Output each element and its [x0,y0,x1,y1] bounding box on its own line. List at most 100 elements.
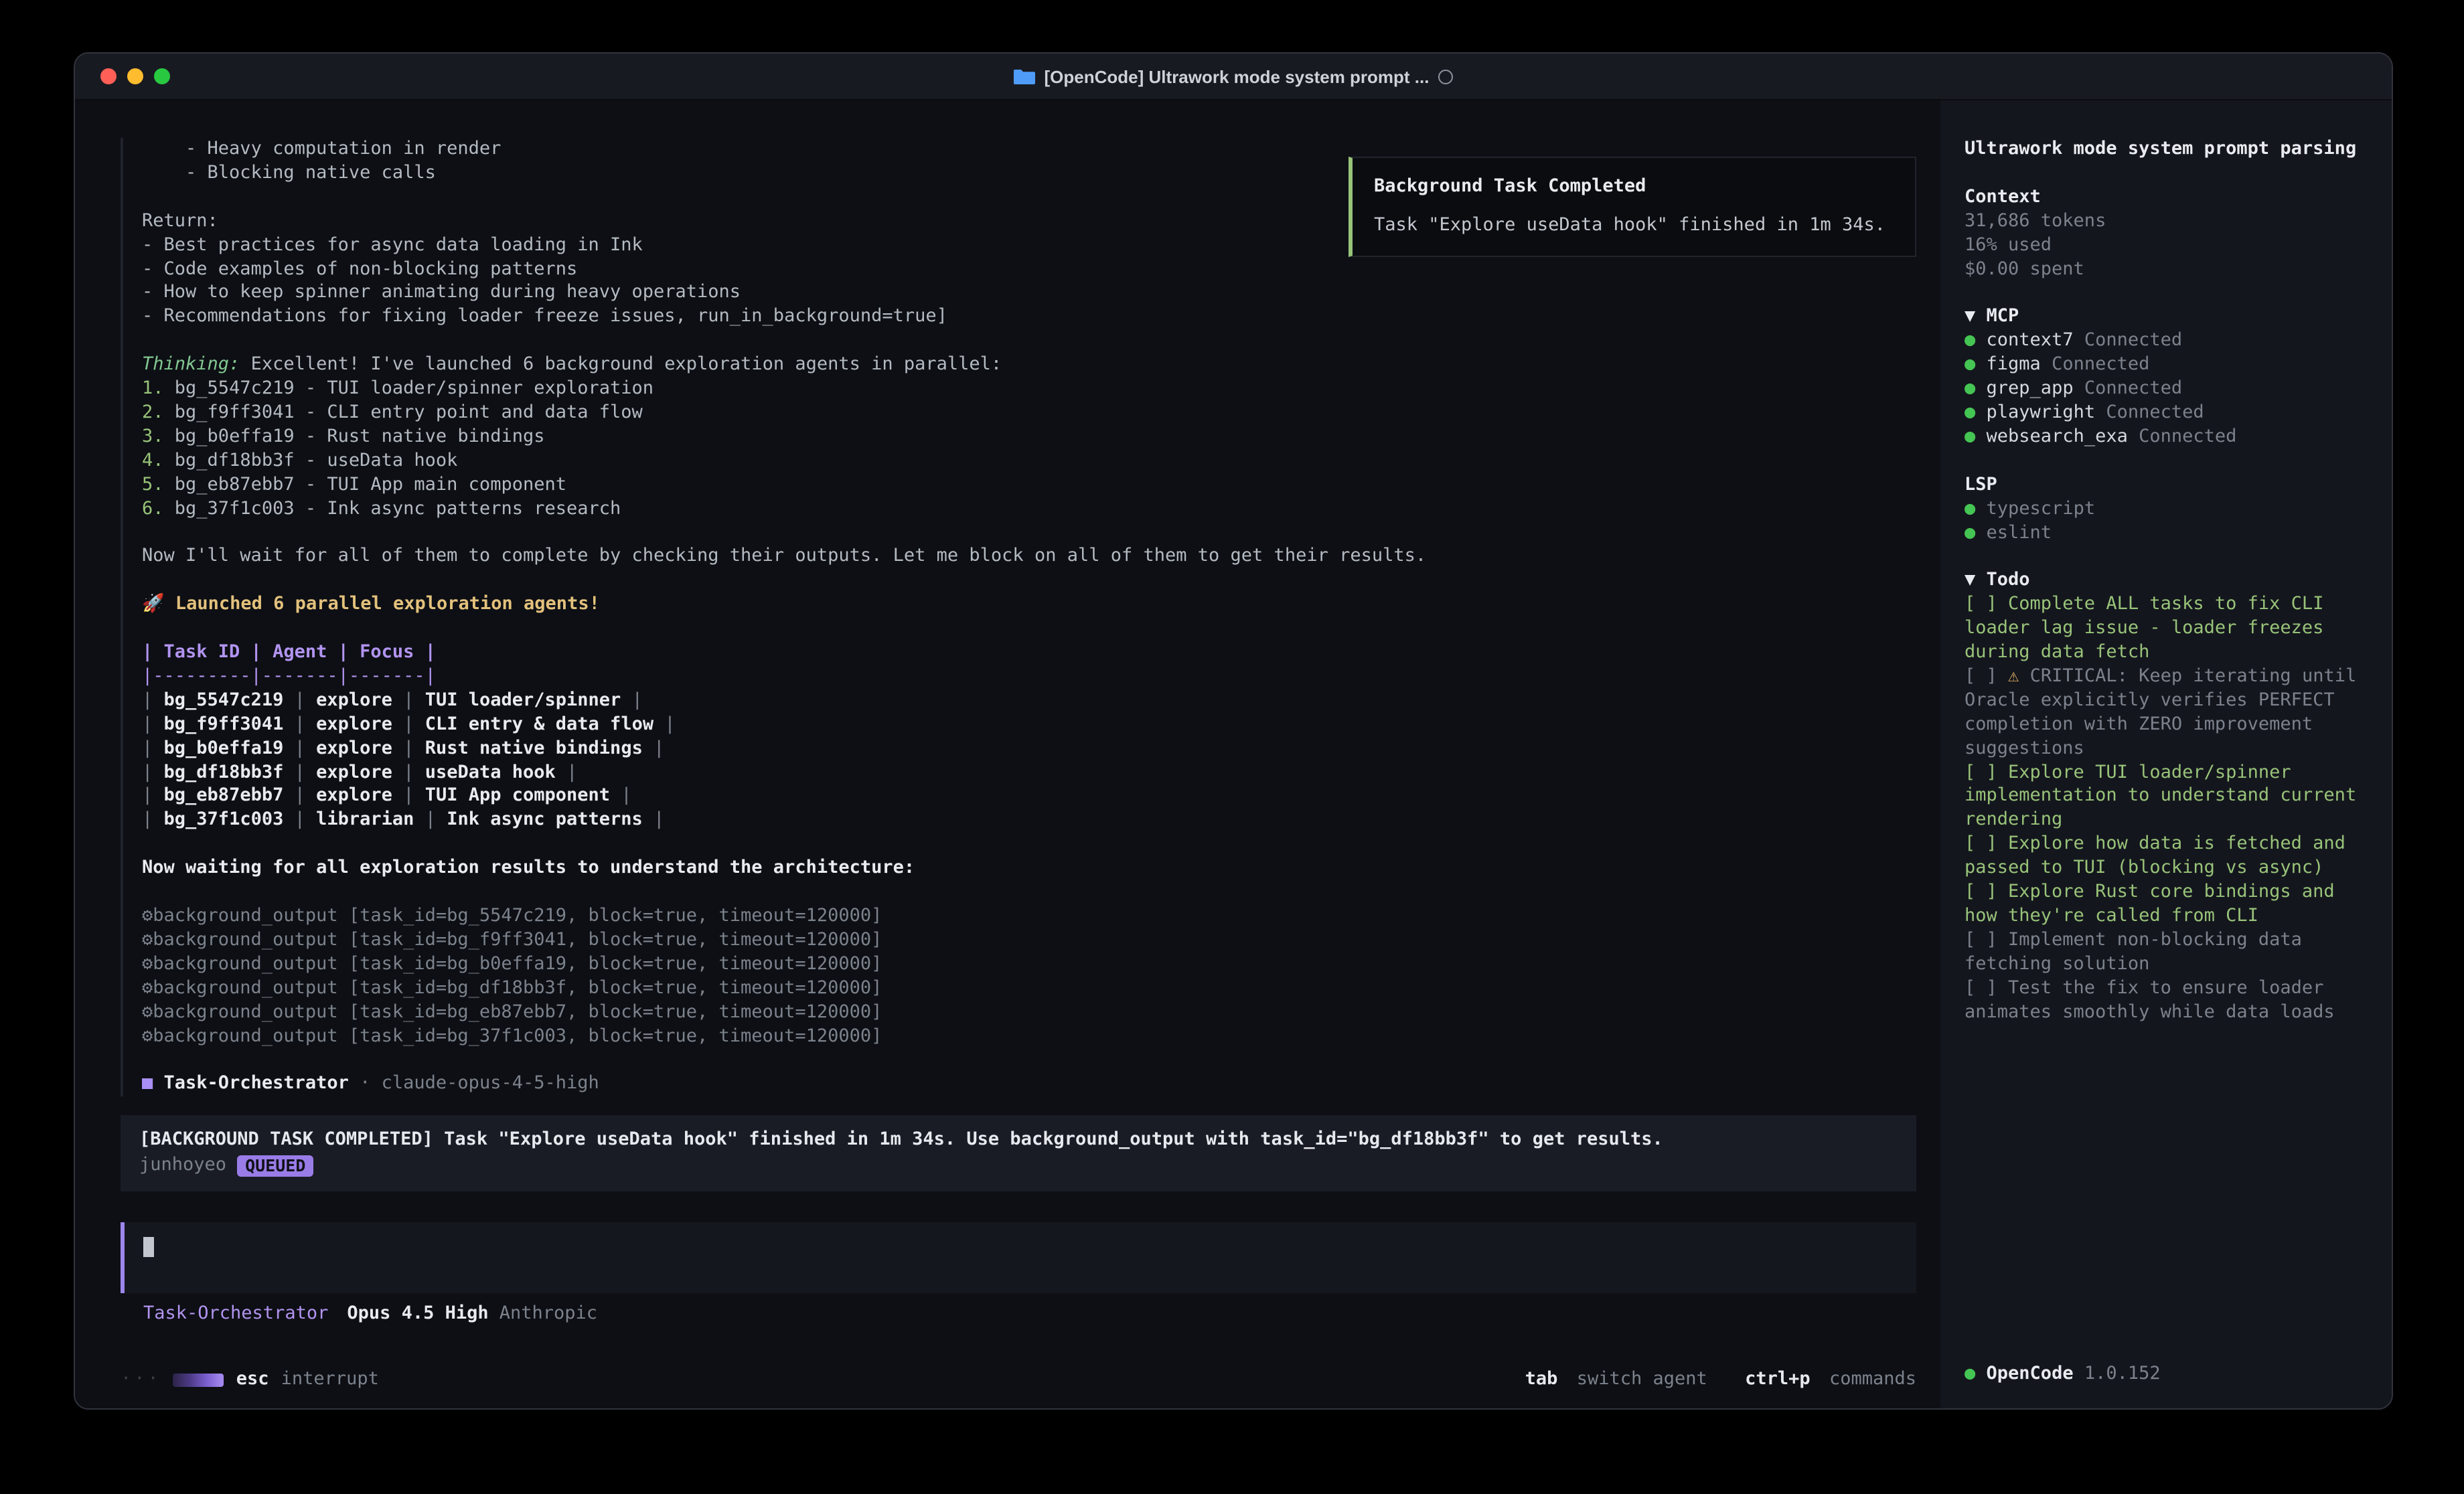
status-bar-right: tab switch agent ctrl+p commands [1517,1368,1916,1392]
banner-user: junhoyeo [139,1154,226,1178]
esc-label: interrupt [281,1368,379,1392]
terminal-window: [OpenCode] Ultrawork mode system prompt … [74,52,2393,1410]
line [142,833,1916,857]
line: Now I'll wait for all of them to complet… [142,546,1916,570]
line: ▼ MCP [1965,306,2368,330]
model-name: Opus 4.5 High [347,1303,488,1324]
line: 5. bg_eb87ebb7 - TUI App main component [142,473,1916,497]
toast-body: Task "Explore useData hook" finished in … [1374,214,1894,238]
line: | bg_f9ff3041 | explore | CLI entry & da… [142,714,1916,738]
line: 4. bg_df18bb3f - useData hook [142,450,1916,474]
app-status-dot: ● [1965,1363,1987,1384]
line: | bg_df18bb3f | explore | useData hook | [142,761,1916,785]
line: - Code examples of non-blocking patterns [142,258,1916,282]
close-button[interactable] [100,68,117,84]
line: Ultrawork mode system prompt parsing [1965,138,2368,162]
folder-icon [1014,68,1035,85]
line: ● figma Connected [1965,353,2368,378]
line: ⚙background_output [task_id=bg_eb87ebb7,… [142,1001,1916,1025]
line: ● context7 Connected [1965,330,2368,354]
activity-meter [173,1374,224,1387]
terminal-output: - Heavy computation in render - Blocking… [121,138,1916,1097]
line [1965,450,2368,474]
status-bar-left: ··· esc interrupt [121,1368,379,1392]
agent-bar: Task-OrchestratorOpus 4.5 HighAnthropic [121,1303,1916,1327]
line: ⚙background_output [task_id=bg_b0effa19,… [142,953,1916,977]
tab-label: switch agent [1577,1368,1707,1390]
line: ● eslint [1965,521,2368,546]
line: | bg_b0effa19 | explore | Rust native bi… [142,737,1916,761]
line [142,570,1916,594]
tab-key: tab [1525,1368,1558,1390]
line [1965,282,2368,306]
app-name: OpenCode [1987,1363,2074,1384]
ctrlp-label: commands [1829,1368,1916,1390]
line: LSP [1965,473,2368,497]
line: [ ] Explore how data is fetched and pass… [1965,833,2368,882]
banner-status-badge: QUEUED [237,1155,313,1177]
line [142,1049,1916,1073]
line: ⚙background_output [task_id=bg_f9ff3041,… [142,929,1916,953]
window-title-text: [OpenCode] Ultrawork mode system prompt … [1045,66,1430,86]
line [142,521,1916,546]
line: [ ] Complete ALL tasks to fix CLI loader… [1965,593,2368,665]
line [1965,546,2368,570]
line: 🚀 Launched 6 parallel exploration agents… [142,593,1916,617]
line: | Task ID | Agent | Focus | [142,641,1916,665]
line: 2. bg_f9ff3041 - CLI entry point and dat… [142,402,1916,426]
background-task-toast[interactable]: Background Task Completed Task "Explore … [1349,157,1916,257]
line: 6. bg_37f1c003 - Ink async patterns rese… [142,497,1916,521]
line: ⚙background_output [task_id=bg_df18bb3f,… [142,977,1916,1001]
line: $0.00 spent [1965,258,2368,282]
window-title: [OpenCode] Ultrawork mode system prompt … [1014,66,1454,86]
banner-text: [BACKGROUND TASK COMPLETED] Task "Explor… [139,1129,1898,1153]
line: - Recommendations for fixing loader free… [142,306,1916,330]
line: | bg_37f1c003 | librarian | Ink async pa… [142,809,1916,833]
prompt-input[interactable] [121,1222,1916,1293]
line: | bg_eb87ebb7 | explore | TUI App compon… [142,785,1916,809]
zoom-button[interactable] [154,68,170,84]
window-content: Background Task Completed Task "Explore … [75,100,2392,1408]
line: ● websearch_exa Connected [1965,426,2368,450]
line: Now waiting for all exploration results … [142,857,1916,881]
window-controls [100,54,170,99]
line: 3. bg_b0effa19 - Rust native bindings [142,426,1916,450]
line: [ ] Test the fix to ensure loader animat… [1965,977,2368,1025]
input-cursor [143,1237,154,1257]
ctrlp-key: ctrl+p [1745,1368,1811,1390]
main-panel: Background Task Completed Task "Explore … [75,100,1940,1408]
line [142,617,1916,641]
line: 16% used [1965,234,2368,258]
line [142,881,1916,905]
minimize-button[interactable] [127,68,143,84]
toast-title: Background Task Completed [1374,175,1894,199]
line: 31,686 tokens [1965,210,2368,234]
banner-meta: junhoyeo QUEUED [139,1154,1898,1178]
status-circle-icon [1439,69,1454,84]
line: ■ Task-Orchestrator · claude-opus-4-5-hi… [142,1073,1916,1097]
sidebar: Ultrawork mode system prompt parsing Con… [1940,100,2392,1408]
line: ● grep_app Connected [1965,378,2368,402]
line [1965,162,2368,186]
provider-name: Anthropic [499,1303,597,1324]
status-bar: ··· esc interrupt tab switch agent ctrl+… [121,1357,1916,1392]
line: 1. bg_5547c219 - TUI loader/spinner expl… [142,378,1916,402]
line: ● typescript [1965,497,2368,521]
line: [ ] Explore Rust core bindings and how t… [1965,881,2368,929]
esc-key: esc [236,1368,269,1392]
line: ⚙background_output [task_id=bg_5547c219,… [142,905,1916,929]
sidebar-footer: ● OpenCode 1.0.152 [1965,1363,2161,1387]
line: | bg_5547c219 | explore | TUI loader/spi… [142,689,1916,714]
line: ● playwright Connected [1965,402,2368,426]
line: Context [1965,186,2368,210]
line: - How to keep spinner animating during h… [142,282,1916,306]
line: [ ] Explore TUI loader/spinner implement… [1965,761,2368,833]
line: ▼ Todo [1965,570,2368,594]
desktop: [OpenCode] Ultrawork mode system prompt … [0,0,2464,1494]
line: [ ] ⚠ CRITICAL: Keep iterating until Ora… [1965,665,2368,761]
completed-banner: [BACKGROUND TASK COMPLETED] Task "Explor… [121,1116,1916,1192]
activity-dots: ··· [121,1368,161,1392]
titlebar: [OpenCode] Ultrawork mode system prompt … [75,54,2392,100]
line: ⚙background_output [task_id=bg_37f1c003,… [142,1025,1916,1049]
sidebar-content: Ultrawork mode system prompt parsing Con… [1965,138,2368,1025]
